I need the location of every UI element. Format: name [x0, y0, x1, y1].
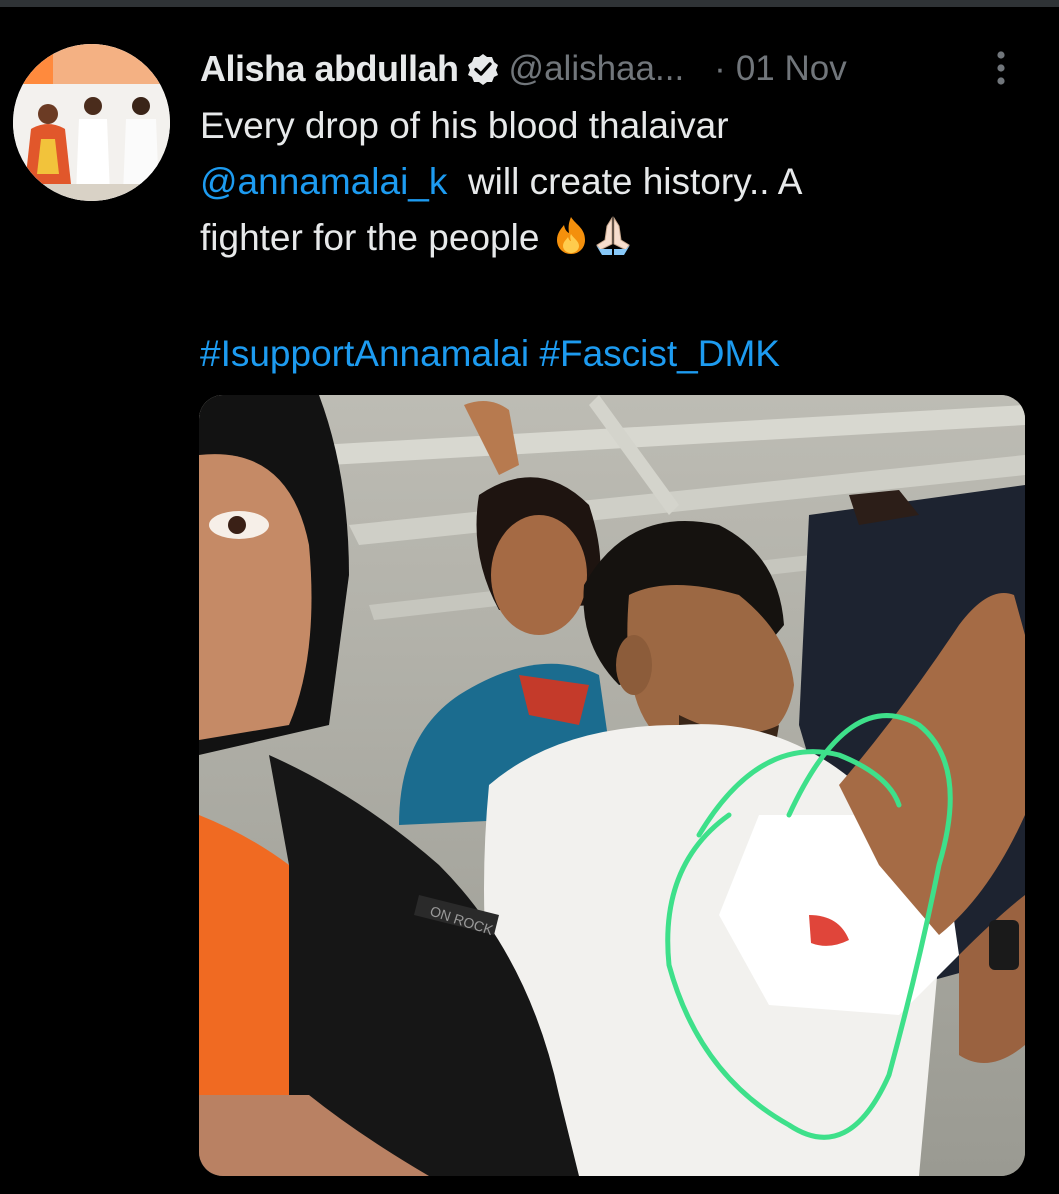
- more-vertical-icon[interactable]: [984, 48, 1018, 88]
- tweet-photo[interactable]: ON ROCK: [199, 395, 1025, 1176]
- avatar-image: [13, 44, 170, 201]
- tweet-text: Every drop of his blood thalaivar @annam…: [200, 98, 1020, 266]
- hashtag-link-2[interactable]: #Fascist_DMK: [539, 333, 780, 374]
- tweet-text-line-2-rest: will create history.. A: [467, 161, 803, 202]
- author-handle[interactable]: @alishaa...: [509, 49, 685, 89]
- photo-illustration: ON ROCK: [199, 395, 1025, 1176]
- tweet-text-line-2: @annamalai_k will create history.. A: [200, 154, 1020, 210]
- avatar[interactable]: [13, 44, 170, 201]
- tweet-text-line-3: fighter for the people: [200, 210, 1020, 266]
- author-display-name[interactable]: Alisha abdullah: [200, 48, 459, 90]
- hashtag-link-1[interactable]: #IsupportAnnamalai: [200, 333, 529, 374]
- top-divider: [0, 0, 1059, 7]
- fire-emoji-icon: [550, 214, 592, 256]
- separator-dot: ·: [714, 49, 726, 88]
- folded-hands-emoji-icon: [592, 214, 634, 256]
- verified-badge-icon: [467, 53, 499, 85]
- tweet-text-line-1: Every drop of his blood thalaivar: [200, 105, 729, 146]
- tweet-date[interactable]: 01 Nov: [736, 49, 847, 89]
- mention-link[interactable]: @annamalai_k: [200, 161, 447, 202]
- tweet-text-line-3-text: fighter for the people: [200, 217, 540, 258]
- tweet-header: Alisha abdullah @alishaa... · 01 Nov: [200, 44, 1020, 94]
- hashtags: #IsupportAnnamalai #Fascist_DMK: [200, 326, 780, 382]
